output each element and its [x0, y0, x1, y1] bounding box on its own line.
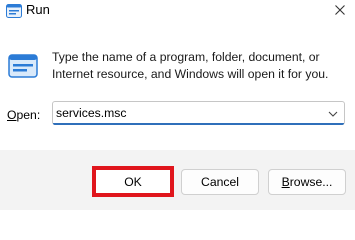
close-button[interactable] — [325, 0, 355, 22]
chevron-down-icon[interactable] — [327, 107, 339, 119]
open-label: Open: — [7, 107, 40, 123]
window-title: Run — [26, 2, 50, 17]
open-input[interactable] — [56, 104, 316, 122]
browse-label: rowse... — [289, 175, 333, 189]
run-app-icon — [8, 54, 38, 78]
open-label-text: pen: — [16, 108, 41, 122]
focus-underline — [53, 123, 344, 125]
dialog-description: Type the name of a program, folder, docu… — [52, 50, 329, 81]
browse-accelerator: B — [281, 175, 290, 189]
open-combobox[interactable] — [52, 101, 345, 125]
cancel-button[interactable]: Cancel — [181, 169, 259, 195]
browse-button[interactable]: Browse... — [268, 169, 346, 195]
run-app-icon — [6, 4, 22, 18]
ok-button[interactable]: OK — [92, 166, 174, 197]
close-icon — [335, 2, 345, 20]
title-bar: Run — [0, 0, 355, 22]
run-dialog: Run Type the name of a program, folder, … — [0, 0, 355, 210]
